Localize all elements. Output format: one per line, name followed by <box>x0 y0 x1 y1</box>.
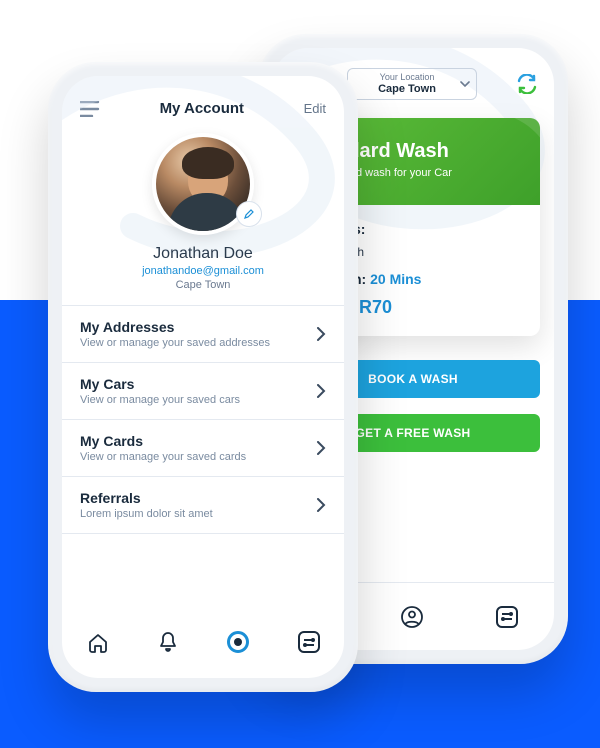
edit-button[interactable]: Edit <box>304 101 326 116</box>
row-title: My Cards <box>80 433 246 449</box>
tab-notifications[interactable] <box>152 625 184 659</box>
tab-home[interactable] <box>81 625 115 659</box>
profile-email: jonathandoe@gmail.com <box>142 265 264 277</box>
chevron-right-icon <box>316 441 326 455</box>
edit-avatar-button[interactable] <box>236 201 262 227</box>
row-title: Referrals <box>80 490 213 506</box>
row-cars[interactable]: My Cars View or manage your saved cars <box>62 363 344 420</box>
tab-profile[interactable] <box>395 600 429 634</box>
account-active-icon <box>227 631 249 653</box>
tab-settings[interactable] <box>292 625 326 659</box>
location-selector[interactable]: Your Location Cape Town <box>347 68 477 100</box>
page-title: My Account <box>160 100 244 117</box>
price-value: R70 <box>359 297 392 317</box>
menu-icon[interactable] <box>80 101 100 117</box>
sliders-icon <box>298 631 320 653</box>
row-subtitle: View or manage your saved cards <box>80 451 246 463</box>
row-subtitle: View or manage your saved cars <box>80 394 240 406</box>
location-value: Cape Town <box>378 83 436 95</box>
profile-location: Cape Town <box>176 279 231 291</box>
chevron-right-icon <box>316 327 326 341</box>
profile-name: Jonathan Doe <box>153 245 253 263</box>
account-menu: My Addresses View or manage your saved a… <box>62 305 344 534</box>
screen-front: My Account Edit Jonathan Doe jonathandoe… <box>62 76 344 678</box>
tab-account-active[interactable] <box>221 625 255 659</box>
duration-value: 20 Mins <box>370 271 421 287</box>
sliders-icon <box>496 606 518 628</box>
pencil-icon <box>243 208 255 220</box>
front-tabbar <box>62 606 344 678</box>
chevron-down-icon <box>460 79 470 89</box>
profile-section: Jonathan Doe jonathandoe@gmail.com Cape … <box>62 123 344 305</box>
row-subtitle: Lorem ipsum dolor sit amet <box>80 508 213 520</box>
tab-settings[interactable] <box>490 600 524 634</box>
refresh-icon[interactable] <box>516 74 538 94</box>
row-subtitle: View or manage your saved addresses <box>80 337 270 349</box>
row-referrals[interactable]: Referrals Lorem ipsum dolor sit amet <box>62 477 344 534</box>
bell-icon <box>158 631 178 653</box>
row-cards[interactable]: My Cards View or manage your saved cards <box>62 420 344 477</box>
phone-front: My Account Edit Jonathan Doe jonathandoe… <box>48 62 358 692</box>
avatar-wrap <box>152 133 254 235</box>
location-label: Your Location <box>380 73 435 83</box>
chevron-right-icon <box>316 498 326 512</box>
chevron-right-icon <box>316 384 326 398</box>
front-header: My Account Edit <box>62 76 344 123</box>
home-icon <box>87 631 109 653</box>
row-addresses[interactable]: My Addresses View or manage your saved a… <box>62 306 344 363</box>
row-title: My Addresses <box>80 319 270 335</box>
row-title: My Cars <box>80 376 240 392</box>
